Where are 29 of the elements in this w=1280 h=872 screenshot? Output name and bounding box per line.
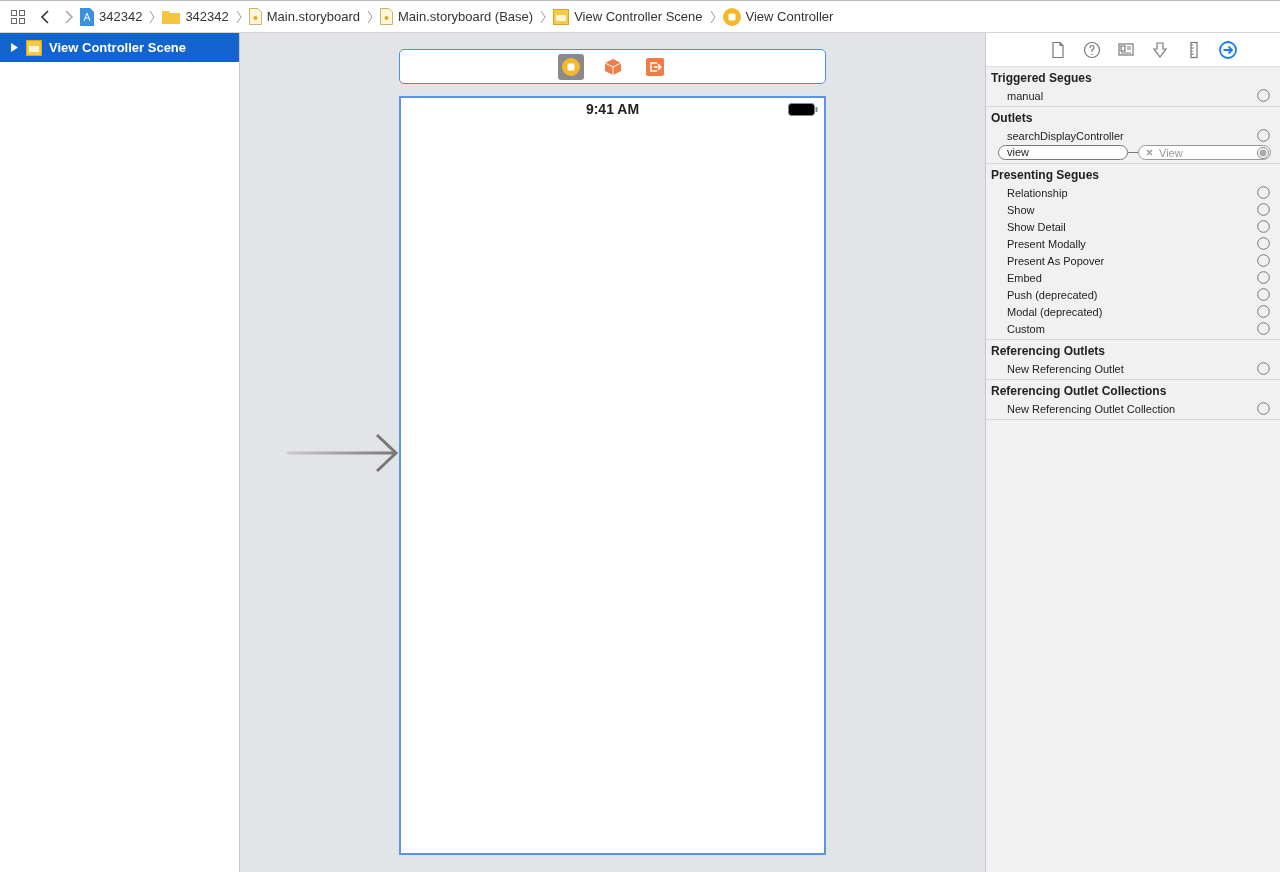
connection-label: manual [1007, 89, 1044, 102]
section-title: Presenting Segues [990, 167, 1101, 184]
connection-label: Embed [1007, 271, 1042, 284]
connection-label: Present As Popover [1007, 254, 1105, 267]
connection-label: Show Detail [1007, 220, 1066, 233]
connection-label: Show [1007, 203, 1035, 216]
breadcrumb-item[interactable]: View Controller Scene [574, 9, 703, 24]
section-title: Outlets [990, 110, 1034, 127]
breadcrumb-item[interactable]: Main.storyboard (Base) [398, 9, 534, 24]
section-title: Referencing Outlets [990, 343, 1107, 360]
outline-item[interactable]: View Controller Scene [0, 33, 239, 62]
breadcrumb-item[interactable]: Main.storyboard [266, 9, 360, 24]
breadcrumb-item[interactable]: 342342 [99, 9, 143, 24]
connection-label: Custom [1007, 322, 1045, 335]
breadcrumb-item[interactable]: 342342 [185, 9, 229, 24]
section-title: Triggered Segues [990, 70, 1093, 87]
connection-label: New Referencing Outlet [1007, 362, 1124, 375]
outlet-name: view [998, 145, 1128, 160]
breadcrumb-item[interactable]: View Controller [745, 9, 834, 24]
connection-label: New Referencing Outlet Collection [1007, 402, 1176, 415]
connection-label: Modal (deprecated) [1007, 305, 1103, 318]
connection-label: Present Modally [1007, 237, 1086, 250]
view-controller-screen[interactable]: 9:41 AM [399, 96, 826, 855]
target-label: View [1159, 146, 1184, 159]
connection-label: searchDisplayController [1007, 129, 1124, 142]
section-title: Referencing Outlet Collections [990, 383, 1168, 400]
connection-label: Relationship [1007, 186, 1068, 199]
status-time: 9:41 AM [585, 101, 640, 117]
connection-label: Push (deprecated) [1007, 288, 1098, 301]
